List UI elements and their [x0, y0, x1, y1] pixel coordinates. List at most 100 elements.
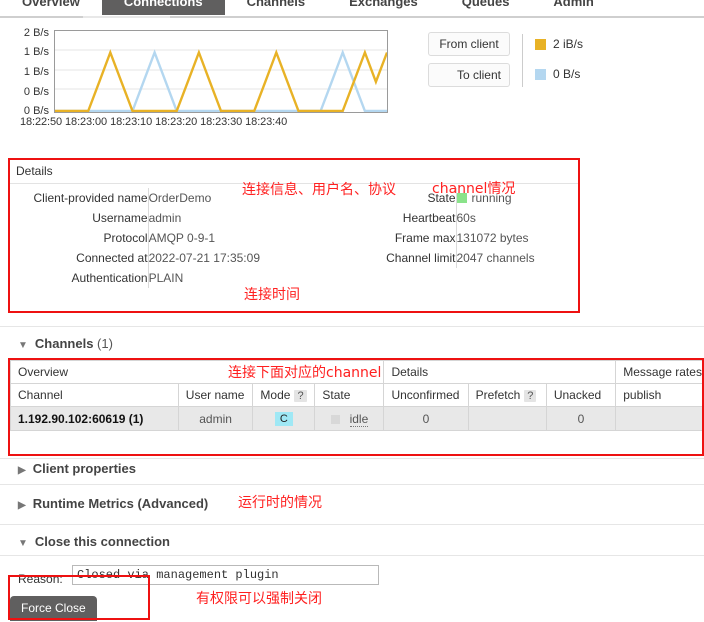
column-header-unacked[interactable]: Unacked	[545, 383, 617, 407]
y-tick-2: 1 B/s	[23, 66, 49, 78]
y-tick-1: 1 B/s	[23, 46, 49, 58]
cell-state-label: idle	[349, 411, 369, 427]
details-key: Client-provided name	[20, 188, 149, 208]
details-row-frame-max: Frame max 131072 bytes	[338, 228, 568, 248]
legend-row-to-client: 0 B/s	[535, 67, 583, 81]
to-client-value: 0 B/s	[553, 67, 581, 81]
annotation-channel-status: channel情况	[432, 181, 516, 197]
mode-badge: C	[274, 412, 293, 426]
channels-section-header[interactable]: ▼ Channels (1)	[18, 336, 113, 351]
section-close-this-connection[interactable]: ▼ Close this connection	[18, 534, 170, 549]
reason-label: Reason:	[18, 572, 63, 586]
close-connection-bottom-divider	[0, 555, 704, 556]
x-tick-4: 18:23:30	[200, 116, 243, 128]
tab-connections[interactable]: Connections	[101, 0, 225, 15]
mode-help-icon[interactable]: ?	[294, 390, 307, 402]
details-value: 2047 channels	[456, 251, 535, 265]
details-row-connected-at: Connected at 2022-07-21 17:35:09	[20, 248, 260, 268]
from-client-value: 2 iB/s	[553, 37, 584, 51]
tab-exchanges[interactable]: Exchanges	[327, 0, 440, 15]
annotation-runtime-status: 运行时的情况	[238, 495, 322, 511]
column-header-mode[interactable]: Mode?	[252, 383, 316, 407]
details-value: AMQP 0-9-1	[148, 231, 216, 245]
details-row-client-provided-name: Client-provided name OrderDemo	[20, 188, 260, 208]
chart-series-to-client	[55, 49, 387, 112]
chart-svg	[55, 49, 387, 112]
state-idle-indicator-icon	[330, 414, 340, 424]
tabbar-active-underline	[83, 16, 170, 18]
to-client-button[interactable]: To client	[428, 63, 510, 87]
annotation-force-close-permission: 有权限可以强制关闭	[196, 591, 322, 607]
details-key: Frame max	[338, 228, 457, 248]
cell-unacked: 0	[545, 406, 617, 431]
column-header-channel[interactable]: Channel	[10, 383, 179, 407]
group-header-message-rates: Message rates	[615, 360, 704, 384]
tab-queues[interactable]: Queues	[440, 0, 532, 15]
section-runtime-metrics[interactable]: ▶ Runtime Metrics (Advanced)	[18, 496, 208, 511]
section-client-properties-label: Client properties	[32, 461, 136, 476]
tab-admin[interactable]: Admin	[531, 0, 615, 15]
chevron-right-icon: ▶	[18, 465, 26, 476]
details-key: Authentication	[20, 268, 149, 288]
details-row-channel-limit: Channel limit 2047 channels	[338, 248, 568, 268]
details-key: Connected at	[20, 248, 149, 268]
annotation-connection-time: 连接时间	[244, 287, 300, 303]
chart-plot-area: 2 B/s 1 B/s 1 B/s 0 B/s 0 B/s 18:22:50 1…	[8, 27, 388, 128]
details-value: 131072 bytes	[456, 231, 529, 245]
chart-series-buttons: From client To client	[428, 32, 510, 87]
section-close-connection-label: Close this connection	[34, 534, 170, 549]
group-header-details: Details	[383, 360, 617, 384]
details-value: 2022-07-21 17:35:09	[148, 251, 260, 265]
force-close-button[interactable]: Force Close	[10, 596, 97, 621]
column-header-publish[interactable]: publish	[615, 383, 704, 407]
chevron-down-icon: ▼	[18, 340, 28, 351]
column-header-state[interactable]: State	[314, 383, 385, 407]
details-left-table: Client-provided name OrderDemo Username …	[20, 188, 260, 288]
cell-user-name: admin	[177, 406, 254, 431]
column-header-unconfirmed[interactable]: Unconfirmed	[383, 383, 469, 407]
details-row-username: Username admin	[20, 208, 260, 228]
cell-channel[interactable]: 1.192.90.102:60619 (1)	[10, 406, 179, 431]
channels-table-column-header-row: Channel User name Mode? State Unconfirme…	[10, 383, 704, 407]
y-tick-0: 2 B/s	[23, 27, 49, 39]
details-row-protocol: Protocol AMQP 0-9-1	[20, 228, 260, 248]
main-navigation-tabs: Overview Connections Channels Exchanges …	[0, 0, 704, 16]
to-client-swatch-icon	[535, 68, 546, 80]
section-runtime-metrics-label: Runtime Metrics (Advanced)	[32, 496, 209, 511]
chart-y-axis-labels: 2 B/s 1 B/s 1 B/s 0 B/s 0 B/s	[8, 27, 52, 117]
from-client-swatch-icon	[535, 38, 546, 50]
channels-section-divider	[0, 326, 704, 327]
tab-channels[interactable]: Channels	[225, 0, 328, 15]
prefetch-help-icon[interactable]: ?	[524, 390, 537, 402]
details-row-heartbeat: Heartbeat 60s	[338, 208, 568, 228]
column-header-prefetch-label: Prefetch	[475, 388, 521, 402]
chevron-right-icon: ▶	[18, 500, 26, 511]
details-key: Heartbeat	[338, 208, 457, 228]
details-value: admin	[148, 211, 182, 225]
x-tick-5: 18:23:40	[245, 116, 288, 128]
reason-input[interactable]	[72, 565, 379, 585]
details-row-authentication: Authentication PLAIN	[20, 268, 260, 288]
table-row[interactable]: 1.192.90.102:60619 (1) admin C idle 0 0	[10, 406, 704, 431]
tab-overview[interactable]: Overview	[0, 0, 102, 15]
details-right-table: State running Heartbeat 60s Frame max 13…	[338, 188, 568, 268]
cell-unconfirmed: 0	[383, 406, 469, 431]
client-properties-divider	[0, 458, 704, 459]
annotation-connection-info: 连接信息、用户名、协议	[242, 182, 396, 198]
cell-publish	[615, 406, 704, 431]
column-header-prefetch[interactable]: Prefetch?	[467, 383, 547, 407]
channels-section-label: Channels	[34, 336, 94, 351]
chart-canvas	[54, 30, 388, 113]
section-client-properties[interactable]: ▶ Client properties	[18, 461, 136, 476]
column-header-mode-label: Mode	[260, 388, 291, 402]
connection-rate-chart: 2 B/s 1 B/s 1 B/s 0 B/s 0 B/s 18:22:50 1…	[8, 27, 388, 128]
cell-mode: C	[252, 406, 316, 431]
legend-divider	[522, 34, 523, 87]
details-key: Protocol	[20, 228, 149, 248]
column-header-user-name[interactable]: User name	[177, 383, 254, 407]
from-client-button[interactable]: From client	[428, 32, 510, 56]
cell-prefetch	[467, 406, 547, 431]
legend-row-from-client: 2 iB/s	[535, 37, 583, 51]
page-root: Overview Connections Channels Exchanges …	[0, 0, 704, 622]
x-tick-2: 18:23:10	[110, 116, 153, 128]
